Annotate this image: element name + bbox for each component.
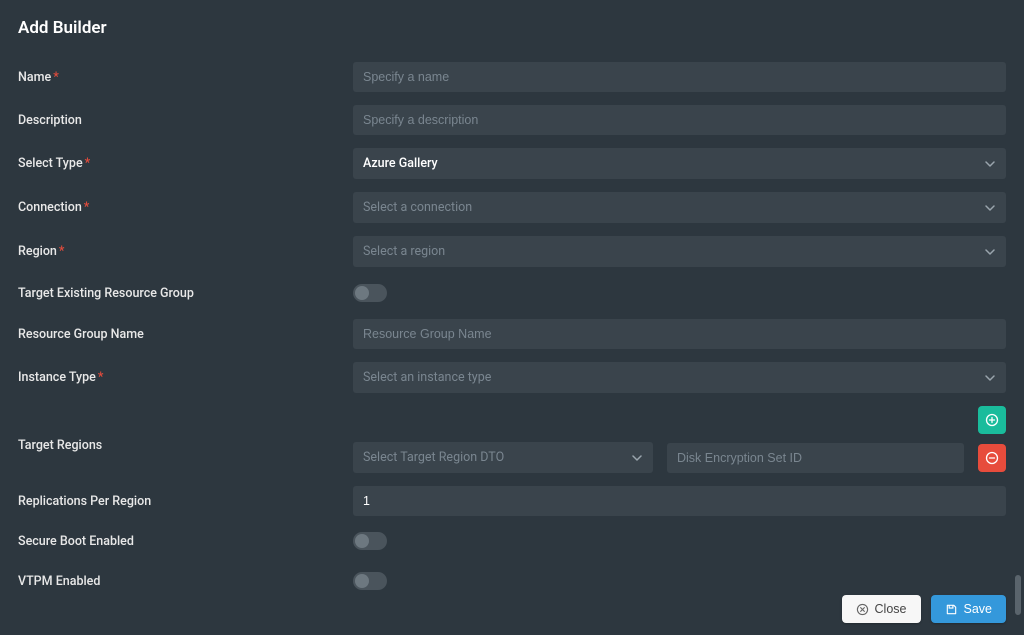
description-input[interactable] <box>353 105 1006 135</box>
row-connection: Connection* Select a connection <box>18 192 1006 223</box>
name-input[interactable] <box>353 62 1006 92</box>
region-dropdown[interactable]: Select a region <box>353 236 1006 267</box>
plus-circle-icon <box>985 413 999 427</box>
label-instance-type: Instance Type* <box>18 370 353 385</box>
label-replications: Replications Per Region <box>18 494 353 509</box>
page-title: Add Builder <box>18 18 1006 38</box>
footer-actions: Close Save <box>842 595 1006 623</box>
label-connection: Connection* <box>18 200 353 215</box>
save-button-label: Save <box>964 602 993 616</box>
row-select-type: Select Type* Azure Gallery <box>18 148 1006 179</box>
label-region: Region* <box>18 244 353 259</box>
row-target-regions: Target Regions Select Target Region DTO <box>18 406 1006 473</box>
disk-encryption-input[interactable] <box>667 443 964 473</box>
secure-boot-toggle[interactable] <box>353 532 387 550</box>
add-region-button[interactable] <box>978 406 1006 434</box>
target-region-dto-dropdown[interactable]: Select Target Region DTO <box>353 442 653 473</box>
replications-input[interactable] <box>353 486 1006 516</box>
row-vtpm: VTPM Enabled <box>18 569 1006 593</box>
connection-dropdown[interactable]: Select a connection <box>353 192 1006 223</box>
row-region: Region* Select a region <box>18 236 1006 267</box>
close-button-label: Close <box>875 602 907 616</box>
row-name: Name* <box>18 62 1006 92</box>
instance-type-dropdown[interactable]: Select an instance type <box>353 362 1006 393</box>
label-vtpm: VTPM Enabled <box>18 574 353 589</box>
row-instance-type: Instance Type* Select an instance type <box>18 362 1006 393</box>
label-secure-boot: Secure Boot Enabled <box>18 534 353 549</box>
select-type-dropdown[interactable]: Azure Gallery <box>353 148 1006 179</box>
save-button[interactable]: Save <box>931 595 1007 623</box>
close-circle-icon <box>856 603 869 616</box>
label-select-type: Select Type* <box>18 156 353 171</box>
row-target-existing: Target Existing Resource Group <box>18 280 1006 306</box>
target-existing-toggle[interactable] <box>353 284 387 302</box>
label-target-existing: Target Existing Resource Group <box>18 286 353 301</box>
row-resource-group-name: Resource Group Name <box>18 319 1006 349</box>
label-resource-group-name: Resource Group Name <box>18 327 353 342</box>
label-target-regions: Target Regions <box>18 406 353 473</box>
save-icon <box>945 603 958 616</box>
row-replications: Replications Per Region <box>18 486 1006 516</box>
remove-region-button[interactable] <box>978 444 1006 472</box>
scrollbar[interactable] <box>1015 0 1021 635</box>
minus-circle-icon <box>985 451 999 465</box>
label-name: Name* <box>18 70 353 85</box>
resource-group-name-input[interactable] <box>353 319 1006 349</box>
label-description: Description <box>18 113 353 128</box>
row-secure-boot: Secure Boot Enabled <box>18 529 1006 553</box>
vtpm-toggle[interactable] <box>353 572 387 590</box>
row-description: Description <box>18 105 1006 135</box>
close-button[interactable]: Close <box>842 595 921 623</box>
